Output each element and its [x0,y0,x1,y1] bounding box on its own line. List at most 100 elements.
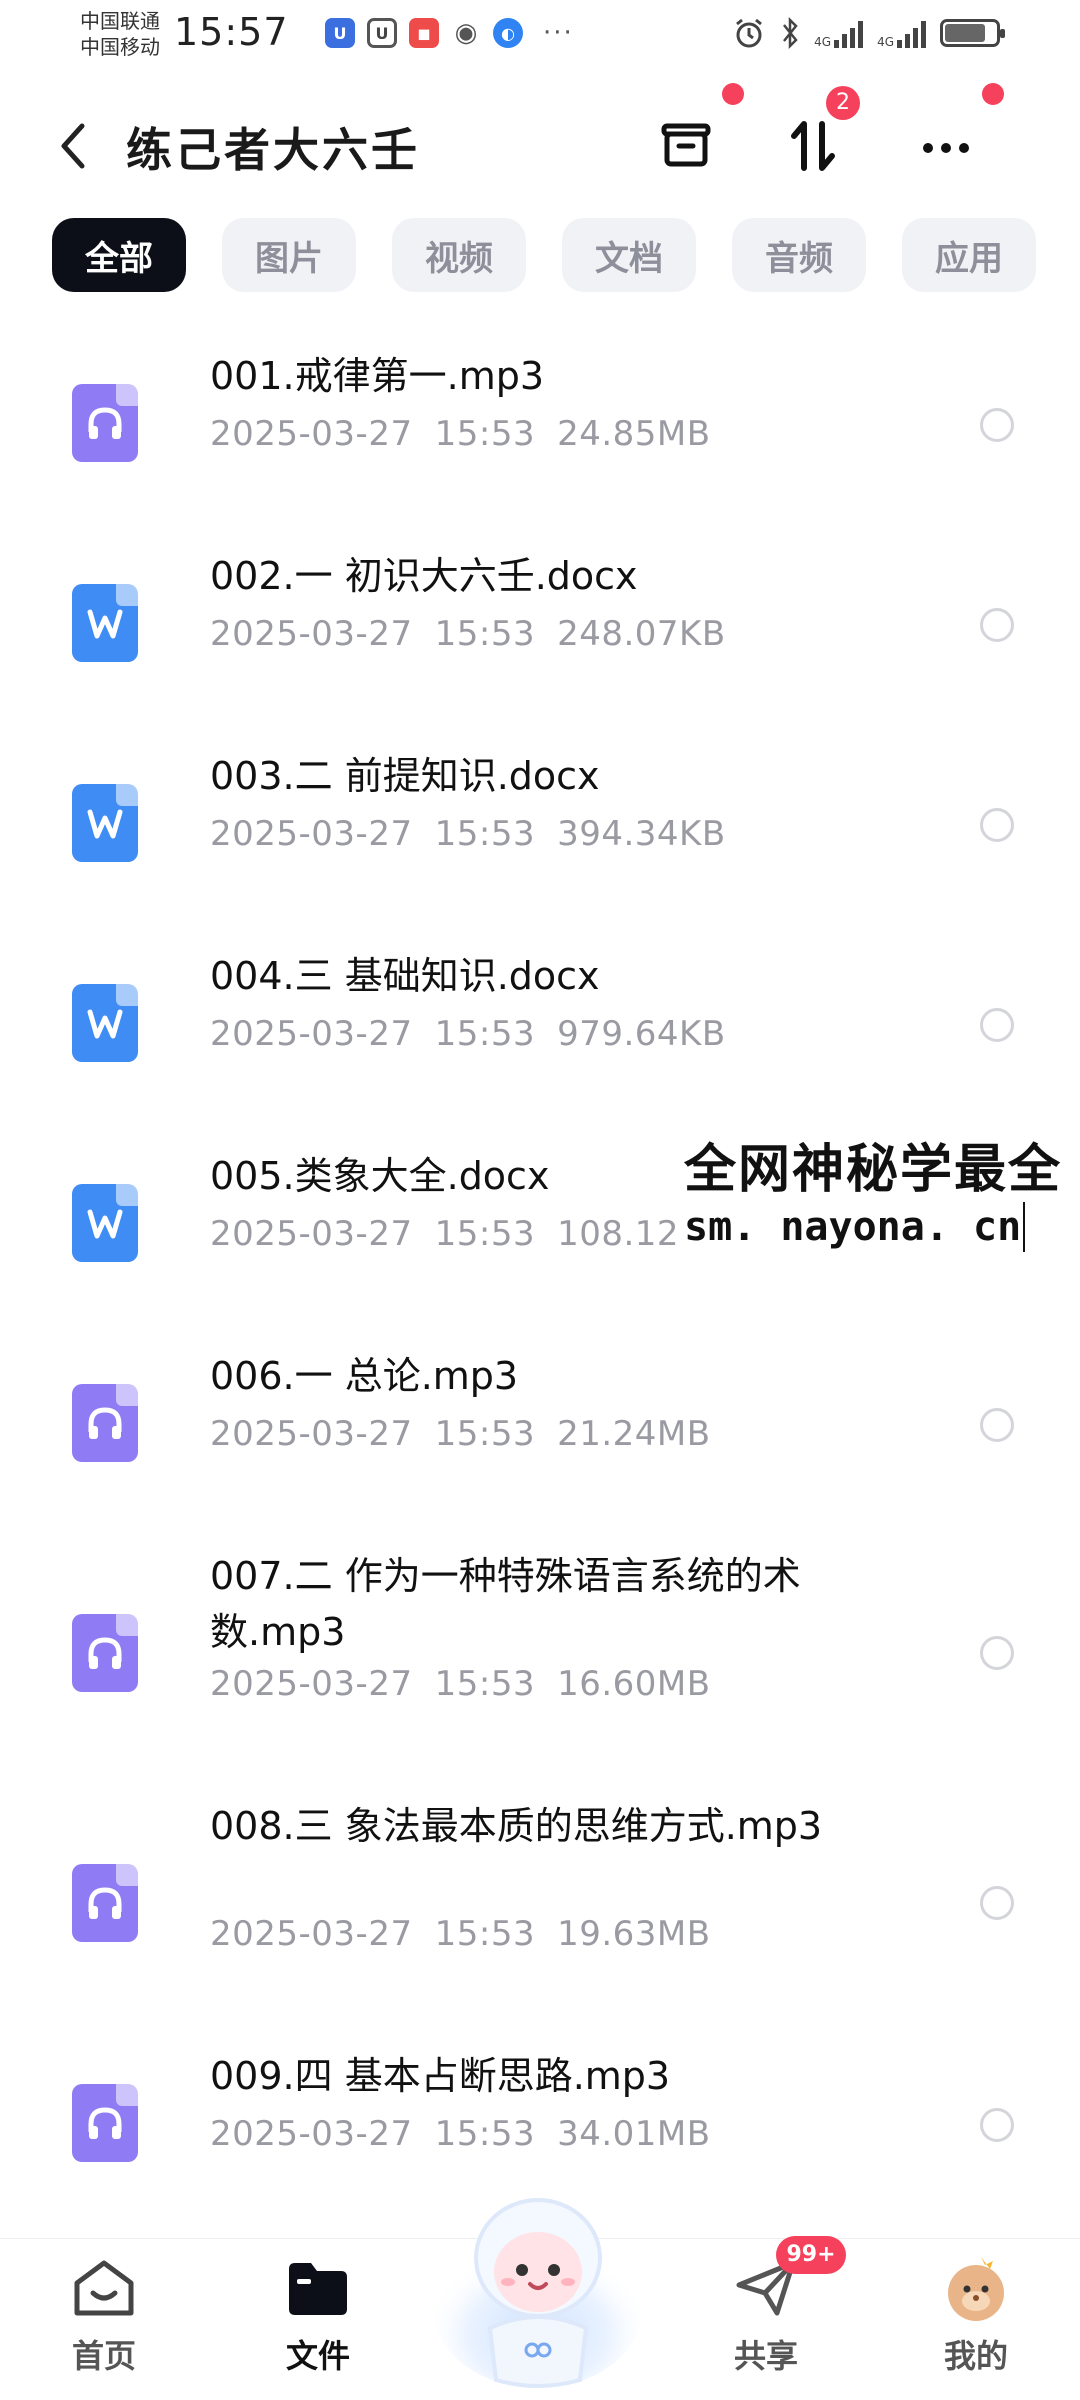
tab-5[interactable]: 应用 [902,218,1036,292]
select-radio[interactable] [980,2108,1014,2142]
audio-file-icon [72,384,138,462]
select-radio[interactable] [980,1008,1014,1042]
file-meta: 2025-03-27 15:53 394.34KB [210,814,726,854]
file-row[interactable]: 001.戒律第一.mp3 2025-03-27 15:53 24.85MB [0,330,1080,530]
file-size: 979.64KB [557,1014,726,1054]
word-doc-icon [72,784,138,862]
assistant-mascot-button[interactable] [428,2180,648,2390]
file-date: 2025-03-27 [210,1014,413,1054]
file-row[interactable]: 004.三 基础知识.docx 2025-03-27 15:53 979.64KB [0,930,1080,1130]
select-radio[interactable] [980,1886,1014,1920]
tab-1[interactable]: 图片 [222,218,356,292]
file-meta: 2025-03-27 15:53 979.64KB [210,1014,726,1054]
file-row[interactable]: 003.二 前提知识.docx 2025-03-27 15:53 394.34KB [0,730,1080,930]
word-doc-icon [72,1184,138,1262]
notification-icons: U U ◼ ◉ ◐ ··· [325,18,574,48]
file-date: 2025-03-27 [210,2114,413,2154]
file-date: 2025-03-27 [210,1914,413,1954]
nav-files[interactable]: 文件 [248,2255,388,2377]
file-row[interactable]: 006.一 总论.mp3 2025-03-27 15:53 21.24MB [0,1330,1080,1530]
file-row[interactable]: 008.三 象法最本质的思维方式.mp3 2025-03-27 15:53 19.63… [0,1780,1080,2030]
tab-4[interactable]: 音频 [732,218,866,292]
category-tabs: 全部 图片 视频 文档 音频 应用 [52,218,1080,292]
signal-1: 4G [814,18,864,48]
file-time: 15:53 [434,414,536,454]
file-name: 006.一 总论.mp3 [210,1354,519,1398]
file-name: 004.三 基础知识.docx [210,954,600,998]
file-meta: 2025-03-27 15:53 19.63MB [210,1914,711,1954]
tab-0[interactable]: 全部 [52,218,186,292]
bluetooth-icon [783,16,798,50]
folder-icon [283,2255,353,2321]
select-radio[interactable] [980,1408,1014,1442]
file-time: 15:53 [434,1214,536,1254]
nav-home-label: 首页 [71,2337,136,2375]
file-name: 009.四 基本占断思路.mp3 [210,2054,671,2098]
battery-icon [940,19,1005,47]
watermark-text: 全网神秘学最全 [684,1140,1063,1200]
file-time: 15:53 [434,1664,536,1704]
nav-home[interactable]: 首页 [34,2255,174,2377]
tab-2[interactable]: 视频 [392,218,526,292]
share-badge: 99+ [776,2236,846,2274]
sort-badge: 2 [826,86,860,120]
status-bar: 中国联通 中国移动 15:57 U U ◼ ◉ ◐ ··· 4G 4G [0,0,1080,72]
file-time: 15:53 [434,1914,536,1954]
nav-mine-label: 我的 [943,2337,1008,2375]
system-indicators: 4G 4G [732,16,1005,50]
file-size: 248.07KB [557,614,726,654]
wechat-icon: ◉ [451,18,481,48]
file-name: 003.二 前提知识.docx [210,754,600,798]
sort-icon [791,121,835,171]
back-arrow-icon[interactable] [52,116,96,176]
file-row[interactable]: 002.一 初识大六壬.docx 2025-03-27 15:53 248.07KB [0,530,1080,730]
file-name: 001.戒律第一.mp3 [210,354,545,398]
file-meta: 2025-03-27 15:53 34.01MB [210,2114,711,2154]
watermark-overlay: 全网神秘学最全 sm. nayona. cn [678,1138,1069,1252]
file-time: 15:53 [434,814,536,854]
select-box-button[interactable] [652,110,724,182]
select-radio[interactable] [980,1636,1014,1670]
more-dots-icon [923,143,969,153]
file-date: 2025-03-27 [210,1214,413,1254]
file-date: 2025-03-27 [210,1664,413,1704]
file-size: 34.01MB [557,2114,711,2154]
top-app-bar: 练己者大六壬 2 [0,83,1080,206]
app-u2-icon: U [367,18,397,48]
avatar-icon [941,2255,1011,2321]
select-radio[interactable] [980,408,1014,442]
file-meta: 2025-03-27 15:53 248.07KB [210,614,726,654]
audio-file-icon [72,2084,138,2162]
file-name: 008.三 象法最本质的思维方式.mp3 [210,1804,823,1848]
select-radio[interactable] [980,808,1014,842]
box-icon [661,123,711,167]
alarm-icon [736,18,763,48]
file-date: 2025-03-27 [210,414,413,454]
file-time: 15:53 [434,1014,536,1054]
nav-mine[interactable]: 我的 [906,2255,1046,2377]
more-options-button[interactable] [910,110,982,182]
word-doc-icon [72,584,138,662]
file-time: 15:53 [434,614,536,654]
file-time: 15:53 [434,1414,536,1454]
signal-2: 4G [877,18,926,48]
nav-files-label: 文件 [285,2337,350,2375]
file-row[interactable]: 007.二 作为一种特殊语言系统的术数.mp3 2025-03-27 15:53 16… [0,1530,1080,1780]
network-type-2: 4G [877,35,894,49]
sort-button[interactable] [778,110,850,182]
browser-icon: ◐ [493,18,523,48]
file-size: 21.24MB [557,1414,711,1454]
select-radio[interactable] [980,608,1014,642]
more-notifications-icon: ··· [543,18,574,48]
nav-share-label: 共享 [733,2337,798,2375]
file-meta: 2025-03-27 15:53 24.85MB [210,414,711,454]
folder-title: 练己者大六壬 [126,123,420,177]
file-size: 19.63MB [557,1914,711,1954]
carrier-1: 中国联通 [80,9,160,33]
audio-file-icon [72,1384,138,1462]
tab-3[interactable]: 文档 [562,218,696,292]
audio-file-icon [72,1864,138,1942]
file-meta: 2025-03-27 15:53 108.12KB [210,1214,726,1254]
file-size: 24.85MB [557,414,711,454]
file-name: 007.二 作为一种特殊语言系统的术数.mp3 [210,1554,801,1654]
